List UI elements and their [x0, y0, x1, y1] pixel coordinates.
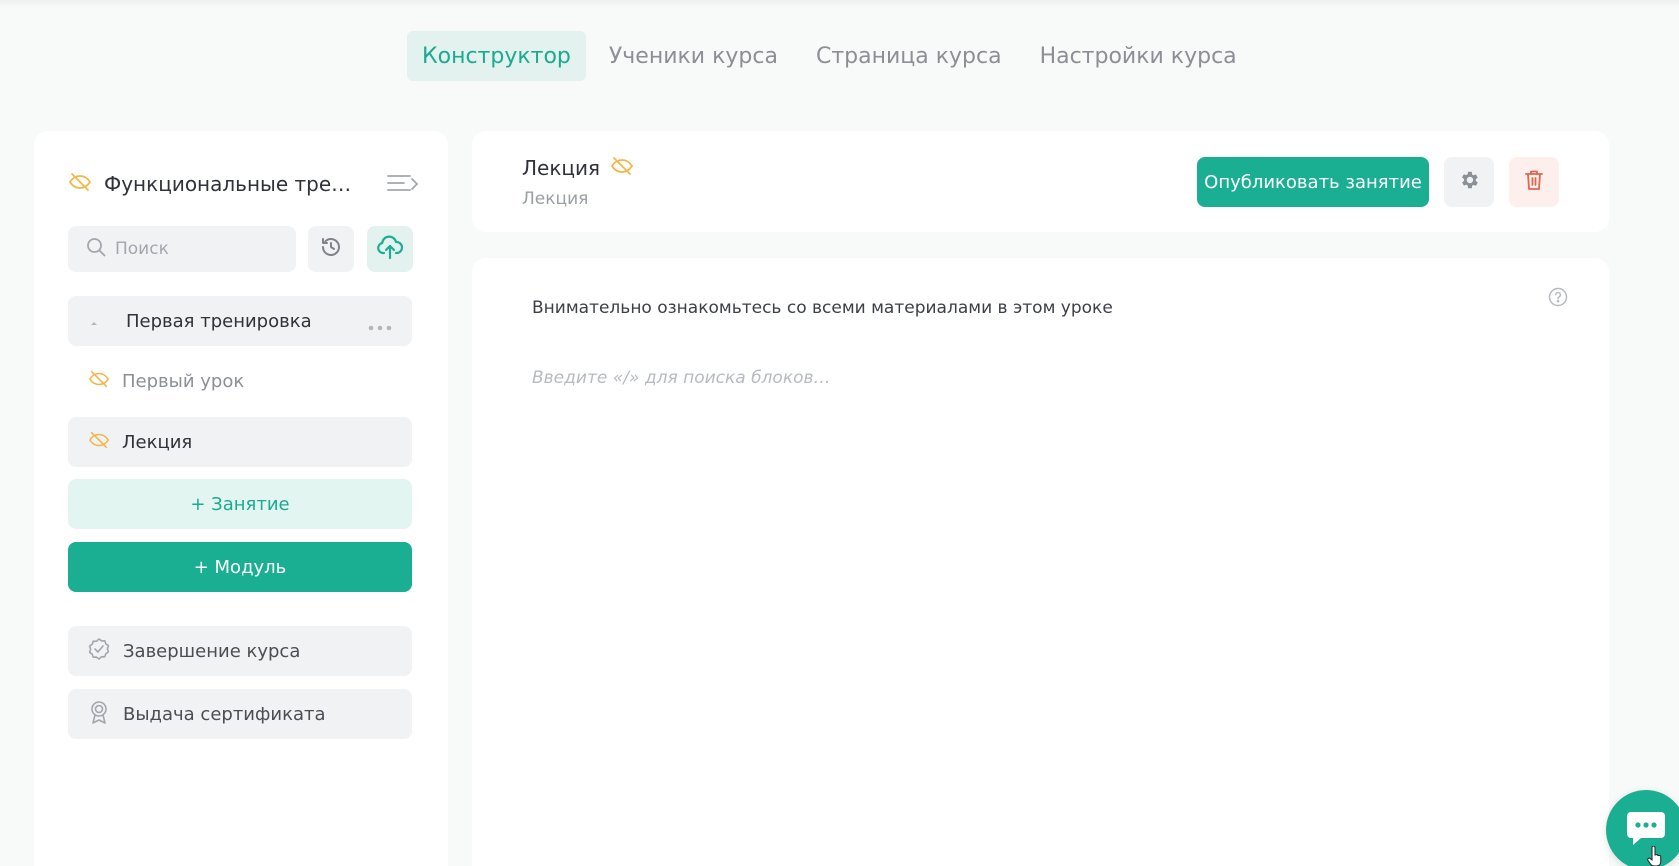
- cloud-upload-icon: [376, 234, 404, 264]
- tab-course-settings[interactable]: Настройки курса: [1025, 31, 1252, 81]
- search-icon: [86, 237, 106, 261]
- eye-off-icon: [88, 429, 110, 455]
- lesson-item-selected[interactable]: Лекция: [68, 417, 412, 467]
- lesson-item[interactable]: Первый урок: [68, 356, 412, 406]
- help-icon[interactable]: [1548, 287, 1568, 311]
- lesson-instruction: Внимательно ознакомьтесь со всеми матери…: [532, 298, 1113, 318]
- tab-students[interactable]: Ученики курса: [594, 31, 793, 81]
- lesson-title: Первый урок: [122, 370, 245, 392]
- course-title: Функциональные тренировки: [104, 172, 359, 196]
- course-tabs: Конструктор Ученики курса Страница курса…: [407, 31, 1252, 81]
- certificate-label: Выдача сертификата: [123, 703, 326, 725]
- tab-course-page[interactable]: Страница курса: [801, 31, 1017, 81]
- chat-support-button[interactable]: [1606, 790, 1679, 866]
- add-lesson-button[interactable]: + Занятие: [68, 479, 412, 529]
- lesson-content-card: Внимательно ознакомьтесь со всеми матери…: [472, 258, 1609, 866]
- history-button[interactable]: [308, 226, 354, 272]
- publish-lesson-button[interactable]: Опубликовать занятие: [1197, 157, 1429, 207]
- search-input[interactable]: [115, 239, 275, 259]
- more-dots-icon[interactable]: [368, 316, 392, 335]
- collapse-sidebar-icon[interactable]: [386, 171, 420, 197]
- delete-lesson-button[interactable]: [1509, 157, 1559, 207]
- certificate-icon: [87, 699, 111, 729]
- eye-off-icon: [610, 154, 634, 182]
- check-badge-icon: [87, 637, 111, 665]
- lesson-type: Лекция: [522, 189, 589, 209]
- search-box: [68, 226, 296, 272]
- module-item[interactable]: Первая тренировка: [68, 296, 412, 346]
- chevron-up-icon[interactable]: [88, 312, 118, 331]
- module-title: Первая тренировка: [126, 310, 312, 332]
- tab-constructor[interactable]: Конструктор: [407, 31, 586, 81]
- trash-icon: [1524, 169, 1544, 195]
- history-icon: [320, 236, 342, 262]
- upload-button[interactable]: [367, 226, 413, 272]
- gear-icon: [1458, 169, 1480, 195]
- lesson-title: Лекция: [122, 431, 193, 453]
- hand-pointer-icon: [1647, 845, 1663, 866]
- eye-off-icon: [88, 368, 110, 394]
- certificate-item[interactable]: Выдача сертификата: [68, 689, 412, 739]
- lesson-title: Лекция: [522, 156, 601, 180]
- block-editor-placeholder[interactable]: Введите «/» для поиска блоков…: [532, 368, 831, 388]
- lesson-settings-button[interactable]: [1444, 157, 1494, 207]
- course-completion-label: Завершение курса: [123, 640, 301, 662]
- eye-off-icon: [68, 170, 92, 198]
- lesson-header-card: Лекция Лекция Опубликовать занятие: [472, 131, 1609, 232]
- course-header: Функциональные тренировки: [68, 169, 420, 199]
- course-structure-sidebar: Функциональные тренировки: [34, 131, 448, 866]
- top-bar-shadow: [0, 0, 1679, 8]
- course-completion-item[interactable]: Завершение курса: [68, 626, 412, 676]
- lesson-name-row: Лекция: [522, 154, 634, 182]
- add-module-button[interactable]: + Модуль: [68, 542, 412, 592]
